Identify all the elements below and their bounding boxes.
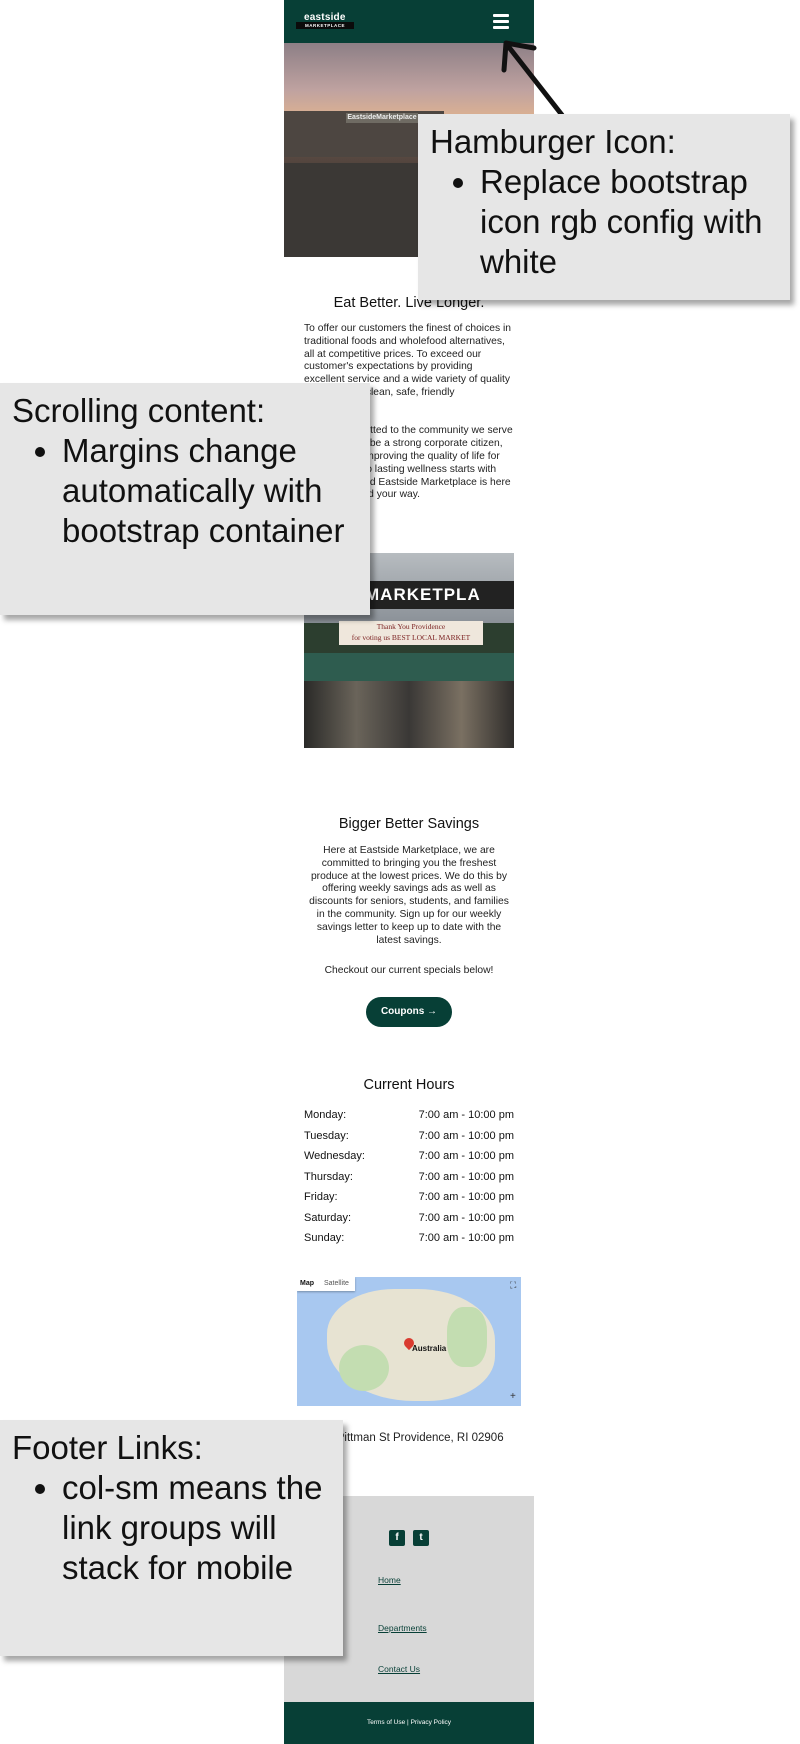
storefront-sign-right: MARKETPLA bbox=[359, 581, 514, 609]
hours-day: Thursday: bbox=[304, 1170, 353, 1183]
annotation-arrow bbox=[501, 40, 565, 118]
logo-bottom-text: MARKETPLACE bbox=[296, 22, 354, 29]
hamburger-icon[interactable] bbox=[491, 12, 511, 30]
hours-day: Monday: bbox=[304, 1109, 347, 1121]
hours-day: Wednesday: bbox=[304, 1150, 365, 1162]
hero-store-sign: EastsideMarketplace bbox=[346, 113, 418, 123]
annotation-footer: Footer Links: col-sm means the link grou… bbox=[0, 1420, 343, 1656]
footer-link-contact[interactable]: Contact Us bbox=[378, 1664, 420, 1674]
hours-time: 7:00 am - 10:00 pm bbox=[418, 1109, 514, 1121]
brand-logo[interactable]: eastside MARKETPLACE bbox=[296, 10, 354, 30]
footer-link-home[interactable]: Home bbox=[378, 1575, 401, 1585]
storefront-roof bbox=[304, 653, 514, 681]
hours-row: Sunday: 7:00 am - 10:00 pm bbox=[304, 1232, 514, 1253]
hours-day: Saturday: bbox=[304, 1211, 352, 1224]
zoom-in-button[interactable]: + bbox=[510, 1391, 516, 1402]
hours-table: Monday: 7:00 am - 10:00 pm Tuesday: 7:00 a… bbox=[304, 1109, 514, 1253]
annotation-list: col-sm means the link groups will stack … bbox=[12, 1468, 332, 1588]
annotation-title: Footer Links: bbox=[12, 1429, 203, 1466]
annotation-bullet: Margins change automatically with bootst… bbox=[62, 431, 362, 551]
satellite-tab[interactable]: Satellite bbox=[324, 1277, 349, 1291]
privacy-link[interactable]: Privacy Policy bbox=[411, 1719, 451, 1726]
hours-time: 7:00 am - 10:00 pm bbox=[418, 1129, 514, 1142]
map-type-toggle: Map Satellite bbox=[297, 1277, 355, 1291]
hours-day: Friday: bbox=[304, 1191, 338, 1203]
hours-row: Thursday: 7:00 am - 10:00 pm bbox=[304, 1171, 514, 1192]
hours-time: 7:00 am - 10:00 pm bbox=[418, 1232, 514, 1244]
hours-heading: Current Hours bbox=[363, 1077, 455, 1093]
annotation-bullet: Replace bootstrap icon rgb config with w… bbox=[480, 162, 780, 282]
hours-time: 7:00 am - 10:00 pm bbox=[418, 1211, 514, 1224]
annotation-scrolling: Scrolling content: Margins change automa… bbox=[0, 383, 370, 615]
storefront-windows bbox=[304, 681, 514, 748]
annotation-title: Hamburger Icon: bbox=[430, 123, 676, 160]
savings-heading: Bigger Better Savings bbox=[338, 816, 480, 832]
footer-bottom-bar: Terms of Use | Privacy Policy bbox=[284, 1702, 534, 1744]
footer-link-departments[interactable]: Departments bbox=[378, 1623, 427, 1633]
annotation-hamburger: Hamburger Icon: Replace bootstrap icon r… bbox=[418, 114, 790, 300]
banner-line-1: Thank You Providence bbox=[376, 622, 446, 631]
map-terrain bbox=[339, 1345, 389, 1391]
hours-time: 7:00 am - 10:00 pm bbox=[418, 1170, 514, 1183]
hours-day: Tuesday: bbox=[304, 1129, 349, 1142]
annotation-title: Scrolling content: bbox=[12, 392, 266, 429]
specials-text: Checkout our current specials below! bbox=[324, 965, 494, 976]
storefront-banner: Thank You Providence for voting us BEST … bbox=[339, 621, 483, 645]
embedded-map[interactable]: Map Satellite ⛶ Australia + bbox=[297, 1277, 521, 1406]
annotation-list: Margins change automatically with bootst… bbox=[12, 431, 362, 551]
annotation-bullet: col-sm means the link groups will stack … bbox=[62, 1468, 332, 1588]
hours-row: Friday: 7:00 am - 10:00 pm bbox=[304, 1191, 514, 1212]
annotation-list: Replace bootstrap icon rgb config with w… bbox=[430, 162, 780, 282]
hours-day: Sunday: bbox=[304, 1232, 345, 1244]
hours-row: Tuesday: 7:00 am - 10:00 pm bbox=[304, 1130, 514, 1151]
hours-row: Wednesday: 7:00 am - 10:00 pm bbox=[304, 1150, 514, 1171]
savings-text: Here at Eastside Marketplace, we are com… bbox=[309, 845, 509, 946]
map-terrain bbox=[447, 1307, 487, 1367]
facebook-icon[interactable]: f bbox=[389, 1530, 405, 1546]
banner-line-2: for voting us BEST LOCAL MARKET bbox=[351, 633, 471, 642]
hours-time: 7:00 am - 10:00 pm bbox=[418, 1150, 514, 1162]
map-tab[interactable]: Map bbox=[300, 1277, 314, 1291]
twitter-icon[interactable]: t bbox=[413, 1530, 429, 1546]
map-location-label: Australia bbox=[412, 1344, 447, 1353]
fullscreen-icon[interactable]: ⛶ bbox=[510, 1280, 516, 1291]
coupons-button[interactable]: Coupons → bbox=[366, 997, 452, 1027]
hours-row: Monday: 7:00 am - 10:00 pm bbox=[304, 1109, 514, 1130]
hours-time: 7:00 am - 10:00 pm bbox=[418, 1191, 514, 1203]
hours-row: Saturday: 7:00 am - 10:00 pm bbox=[304, 1212, 514, 1233]
terms-link[interactable]: Terms of Use bbox=[367, 1719, 405, 1726]
